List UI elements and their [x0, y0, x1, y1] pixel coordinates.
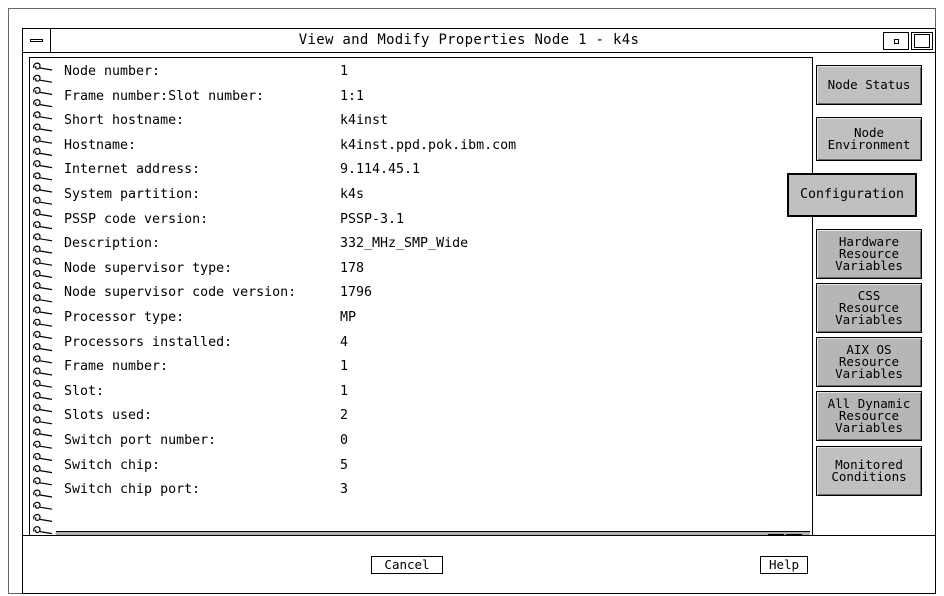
property-value: MP: [340, 310, 357, 325]
property-value: 1: [340, 359, 349, 375]
notebook-page: Node number: 1 Frame number:Slot number: 1:…: [29, 57, 813, 564]
property-value: k4inst.ppd.pok.ibm.com: [340, 137, 517, 153]
property-label: System partition:: [64, 187, 201, 202]
property-row: Description: 332_MHz_SMP_Wide: [64, 232, 804, 256]
property-row: Switch chip: 5: [64, 454, 804, 478]
tab-node-status[interactable]: Node Status: [816, 65, 922, 105]
property-row: Frame number: 1: [64, 355, 804, 379]
property-label: Node supervisor type:: [64, 260, 233, 276]
property-label: PSSP code version:: [64, 211, 209, 227]
property-value: 2: [340, 408, 349, 424]
tab-configuration[interactable]: Configuration: [787, 173, 917, 217]
property-label: Frame number:Slot number:: [64, 88, 265, 104]
property-row: System partition: k4s: [64, 183, 804, 207]
button-bar: Cancel Help: [23, 535, 935, 593]
property-row: Switch chip port: 3: [64, 478, 804, 502]
property-label: Description:: [64, 236, 161, 252]
property-label: Hostname:: [64, 137, 137, 153]
property-row: PSSP code version: PSSP-3.1: [64, 208, 804, 232]
tab-hardware-resource-variables[interactable]: Hardware Resource Variables: [816, 229, 922, 279]
window-title: View and Modify Properties Node 1 - k4s: [298, 32, 640, 48]
property-value: 5: [340, 457, 349, 473]
property-value: PSSP-3.1: [340, 211, 405, 227]
property-value: 1: [340, 64, 349, 79]
property-row: Slots used: 2: [64, 404, 804, 428]
maximize-icon[interactable]: [911, 32, 933, 50]
property-value: 0: [340, 433, 349, 448]
property-row: Frame number:Slot number: 1:1: [64, 85, 804, 109]
tab-css-resource-variables[interactable]: CSS Resource Variables: [816, 283, 922, 333]
properties-window: View and Modify Properties Node 1 - k4s …: [22, 28, 936, 594]
property-label: Node number:: [64, 64, 161, 79]
property-value: 332_MHz_SMP_Wide: [340, 236, 469, 252]
property-value: 1:1: [340, 88, 365, 104]
property-row: Internet address: 9.114.45.1: [64, 158, 804, 182]
minimize-icon[interactable]: [883, 32, 909, 50]
property-row: Processor type: MP: [64, 306, 804, 330]
properties-list: Node number: 1 Frame number:Slot number: 1:…: [64, 58, 810, 528]
property-row: Slot: 1: [64, 380, 804, 404]
property-label: Switch chip:: [64, 457, 161, 473]
property-row: Node supervisor type: 178: [64, 257, 804, 281]
property-label: Switch chip port:: [64, 482, 201, 498]
property-value: 1796: [340, 285, 373, 301]
property-row: Hostname: k4inst.ppd.pok.ibm.com: [64, 134, 804, 158]
property-value: 4: [340, 334, 349, 350]
system-menu-icon[interactable]: [23, 29, 51, 52]
property-label: Switch port number:: [64, 433, 217, 448]
property-label: Node supervisor code version:: [64, 285, 297, 301]
property-label: Short hostname:: [64, 113, 185, 129]
property-value: 3: [340, 482, 349, 498]
property-label: Processor type:: [64, 310, 185, 325]
help-button[interactable]: Help: [760, 556, 808, 574]
property-row: Switch port number: 0: [64, 429, 804, 453]
cancel-button[interactable]: Cancel: [371, 556, 443, 574]
property-value: 9.114.45.1: [340, 162, 421, 178]
spiral-binding-icon: [33, 62, 53, 559]
property-value: k4s: [340, 187, 365, 202]
title-bar[interactable]: View and Modify Properties Node 1 - k4s: [23, 29, 935, 53]
property-row: Processors installed: 4: [64, 331, 804, 355]
property-label: Slot:: [64, 383, 105, 399]
property-label: Slots used:: [64, 408, 153, 424]
tab-monitored-conditions[interactable]: Monitored Conditions: [816, 446, 922, 496]
tab-node-environment[interactable]: Node Environment: [816, 117, 922, 161]
property-label: Processors installed:: [64, 334, 233, 350]
property-value: 178: [340, 260, 365, 276]
property-label: Frame number:: [64, 359, 169, 375]
property-row: Node supervisor code version: 1796: [64, 281, 804, 305]
tab-aix-os-resource-variables[interactable]: AIX OS Resource Variables: [816, 337, 922, 387]
property-value: k4inst: [340, 113, 389, 129]
property-label: Internet address:: [64, 162, 201, 178]
property-row: Node number: 1: [64, 60, 804, 84]
property-value: 1: [340, 383, 349, 399]
tab-all-dynamic-resource-variables[interactable]: All Dynamic Resource Variables: [816, 391, 922, 441]
property-row: Short hostname: k4inst: [64, 109, 804, 133]
